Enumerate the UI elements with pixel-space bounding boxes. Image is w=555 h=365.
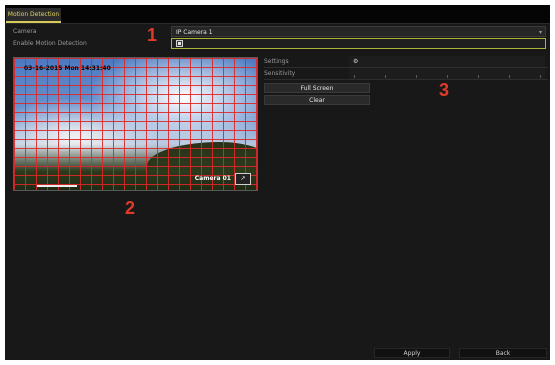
callout-3: 3 (439, 80, 450, 100)
back-button[interactable]: Back (459, 348, 547, 358)
settings-key: Settings (264, 58, 289, 65)
tick (416, 75, 417, 78)
enable-motion-detection-label: Enable Motion Detection (13, 40, 87, 47)
camera-preview[interactable]: 03-16-2015 Mon 14:31:40 Camera 01 ↗ (13, 57, 258, 191)
camera-dropdown[interactable]: IP Camera 1 ▾ (171, 26, 546, 37)
settings-value[interactable]: ⚙ (349, 56, 545, 67)
sensitivity-key: Sensitivity (264, 70, 296, 77)
motion-detection-screen: Motion Detection Camera IP Camera 1 ▾ En… (5, 5, 550, 360)
tick (509, 75, 510, 78)
tick (354, 75, 355, 78)
apply-button[interactable]: Apply (374, 348, 450, 358)
motion-grid[interactable] (14, 58, 257, 190)
expand-icon[interactable]: ↗ (235, 173, 251, 185)
preview-camera-name: Camera 01 (194, 175, 231, 182)
camera-label: Camera (13, 28, 37, 35)
tick (478, 75, 479, 78)
tab-bar: Motion Detection (5, 5, 550, 24)
settings-row: Settings ⚙ (264, 56, 548, 68)
preview-timestamp: 03-16-2015 Mon 14:31:40 (24, 65, 111, 72)
camera-dropdown-value: IP Camera 1 (176, 29, 213, 36)
sensitivity-ticks (354, 75, 542, 78)
tick (385, 75, 386, 78)
sensitivity-row: Sensitivity (264, 68, 548, 80)
preview-scrubber (37, 185, 77, 187)
full-screen-button[interactable]: Full Screen (264, 83, 370, 93)
clear-button[interactable]: Clear (264, 95, 370, 105)
chevron-down-icon: ▾ (538, 29, 542, 36)
callout-1: 1 (147, 25, 158, 45)
tick (540, 75, 541, 78)
tick (447, 75, 448, 78)
callout-2: 2 (125, 198, 136, 218)
enable-motion-detection-field[interactable]: ☑ ↗ (171, 38, 546, 49)
tab-motion-detection[interactable]: Motion Detection (6, 8, 61, 23)
enable-field-marker: ☑ ↗ (176, 40, 188, 51)
settings-table: Settings ⚙ Sensitivity (264, 56, 548, 80)
